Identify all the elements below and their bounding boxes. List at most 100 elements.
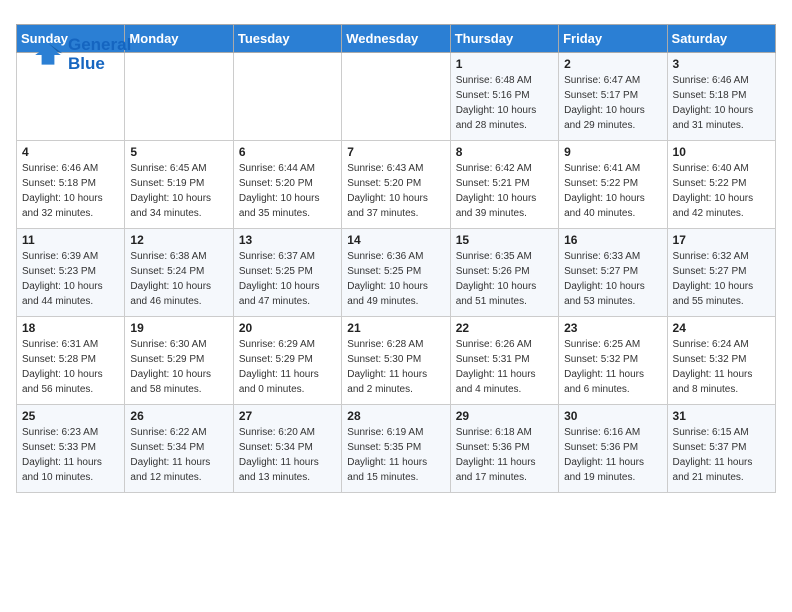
day-number: 11 [22, 233, 119, 247]
day-info: Sunrise: 6:36 AM Sunset: 5:25 PM Dayligh… [347, 249, 444, 309]
calendar-cell: 24 Sunrise: 6:24 AM Sunset: 5:32 PM Dayli… [667, 317, 775, 405]
calendar-cell: 4 Sunrise: 6:46 AM Sunset: 5:18 PM Daylig… [17, 141, 125, 229]
calendar-cell: 11 Sunrise: 6:39 AM Sunset: 5:23 PM Dayli… [17, 229, 125, 317]
day-number: 1 [456, 57, 553, 71]
calendar-cell: 30 Sunrise: 6:16 AM Sunset: 5:36 PM Dayli… [559, 405, 667, 493]
day-info: Sunrise: 6:39 AM Sunset: 5:23 PM Dayligh… [22, 249, 119, 309]
day-number: 20 [239, 321, 336, 335]
weekday-header-thursday: Thursday [450, 25, 558, 53]
calendar-cell: 12Sunrise: 6:38 AM Sunset: 5:24 PM Dayli… [125, 229, 233, 317]
day-info: Sunrise: 6:18 AM Sunset: 5:36 PM Dayligh… [456, 425, 553, 485]
day-number: 29 [456, 409, 553, 423]
day-number: 4 [22, 145, 119, 159]
day-info: Sunrise: 6:46 AM Sunset: 5:18 PM Dayligh… [673, 73, 770, 133]
day-number: 25 [22, 409, 119, 423]
calendar-cell: 10 Sunrise: 6:40 AM Sunset: 5:22 PM Dayli… [667, 141, 775, 229]
day-number: 7 [347, 145, 444, 159]
day-info: Sunrise: 6:35 AM Sunset: 5:26 PM Dayligh… [456, 249, 553, 309]
day-info: Sunrise: 6:33 AM Sunset: 5:27 PM Dayligh… [564, 249, 661, 309]
weekday-header-monday: Monday [125, 25, 233, 53]
day-info: Sunrise: 6:37 AM Sunset: 5:25 PM Dayligh… [239, 249, 336, 309]
day-number: 24 [673, 321, 770, 335]
calendar-cell: 1 Sunrise: 6:48 AM Sunset: 5:16 PM Daylig… [450, 53, 558, 141]
calendar-cell: 25 Sunrise: 6:23 AM Sunset: 5:33 PM Dayli… [17, 405, 125, 493]
weekday-header-tuesday: Tuesday [233, 25, 341, 53]
calendar-cell: 20 Sunrise: 6:29 AM Sunset: 5:29 PM Dayli… [233, 317, 341, 405]
day-number: 13 [239, 233, 336, 247]
calendar-cell: 2 Sunrise: 6:47 AM Sunset: 5:17 PM Daylig… [559, 53, 667, 141]
day-number: 3 [673, 57, 770, 71]
day-number: 21 [347, 321, 444, 335]
day-number: 19 [130, 321, 227, 335]
calendar-cell: 15 Sunrise: 6:35 AM Sunset: 5:26 PM Dayli… [450, 229, 558, 317]
calendar-cell: 28 Sunrise: 6:19 AM Sunset: 5:35 PM Dayli… [342, 405, 450, 493]
calendar-cell: 18 Sunrise: 6:31 AM Sunset: 5:28 PM Dayli… [17, 317, 125, 405]
calendar-cell: 17 Sunrise: 6:32 AM Sunset: 5:27 PM Dayli… [667, 229, 775, 317]
day-number: 12 [130, 233, 227, 247]
day-number: 30 [564, 409, 661, 423]
day-info: Sunrise: 6:31 AM Sunset: 5:28 PM Dayligh… [22, 337, 119, 397]
day-number: 8 [456, 145, 553, 159]
day-info: Sunrise: 6:41 AM Sunset: 5:22 PM Dayligh… [564, 161, 661, 221]
calendar-cell: 5 Sunrise: 6:45 AM Sunset: 5:19 PM Daylig… [125, 141, 233, 229]
calendar-cell: 31 Sunrise: 6:15 AM Sunset: 5:37 PM Dayli… [667, 405, 775, 493]
day-number: 22 [456, 321, 553, 335]
calendar-cell: 8Sunrise: 6:42 AM Sunset: 5:21 PM Daylig… [450, 141, 558, 229]
day-info: Sunrise: 6:30 AM Sunset: 5:29 PM Dayligh… [130, 337, 227, 397]
day-info: Sunrise: 6:22 AM Sunset: 5:34 PM Dayligh… [130, 425, 227, 485]
calendar-cell: 13 Sunrise: 6:37 AM Sunset: 5:25 PM Dayli… [233, 229, 341, 317]
day-info: Sunrise: 6:48 AM Sunset: 5:16 PM Dayligh… [456, 73, 553, 133]
day-number: 17 [673, 233, 770, 247]
day-info: Sunrise: 6:44 AM Sunset: 5:20 PM Dayligh… [239, 161, 336, 221]
day-info: Sunrise: 6:32 AM Sunset: 5:27 PM Dayligh… [673, 249, 770, 309]
calendar-week-row: 25 Sunrise: 6:23 AM Sunset: 5:33 PM Dayli… [17, 405, 776, 493]
calendar-cell: 6Sunrise: 6:44 AM Sunset: 5:20 PM Daylig… [233, 141, 341, 229]
calendar-week-row: 11 Sunrise: 6:39 AM Sunset: 5:23 PM Dayli… [17, 229, 776, 317]
day-info: Sunrise: 6:28 AM Sunset: 5:30 PM Dayligh… [347, 337, 444, 397]
day-number: 2 [564, 57, 661, 71]
day-info: Sunrise: 6:47 AM Sunset: 5:17 PM Dayligh… [564, 73, 661, 133]
calendar-cell: 26 Sunrise: 6:22 AM Sunset: 5:34 PM Dayli… [125, 405, 233, 493]
calendar-cell: 16Sunrise: 6:33 AM Sunset: 5:27 PM Dayli… [559, 229, 667, 317]
calendar-cell: 9 Sunrise: 6:41 AM Sunset: 5:22 PM Daylig… [559, 141, 667, 229]
calendar-cell: 7 Sunrise: 6:43 AM Sunset: 5:20 PM Daylig… [342, 141, 450, 229]
calendar-cell [233, 53, 341, 141]
day-info: Sunrise: 6:26 AM Sunset: 5:31 PM Dayligh… [456, 337, 553, 397]
weekday-header-friday: Friday [559, 25, 667, 53]
calendar-cell: 3 Sunrise: 6:46 AM Sunset: 5:18 PM Daylig… [667, 53, 775, 141]
day-number: 23 [564, 321, 661, 335]
calendar-cell: 14Sunrise: 6:36 AM Sunset: 5:25 PM Dayli… [342, 229, 450, 317]
day-info: Sunrise: 6:29 AM Sunset: 5:29 PM Dayligh… [239, 337, 336, 397]
calendar-cell: 23 Sunrise: 6:25 AM Sunset: 5:32 PM Dayli… [559, 317, 667, 405]
day-info: Sunrise: 6:43 AM Sunset: 5:20 PM Dayligh… [347, 161, 444, 221]
day-number: 18 [22, 321, 119, 335]
calendar-week-row: 4 Sunrise: 6:46 AM Sunset: 5:18 PM Daylig… [17, 141, 776, 229]
day-number: 28 [347, 409, 444, 423]
logo: General Blue [32, 36, 131, 73]
day-info: Sunrise: 6:19 AM Sunset: 5:35 PM Dayligh… [347, 425, 444, 485]
day-info: Sunrise: 6:23 AM Sunset: 5:33 PM Dayligh… [22, 425, 119, 485]
calendar-cell: 29 Sunrise: 6:18 AM Sunset: 5:36 PM Dayli… [450, 405, 558, 493]
day-info: Sunrise: 6:15 AM Sunset: 5:37 PM Dayligh… [673, 425, 770, 485]
day-number: 5 [130, 145, 227, 159]
logo-icon [32, 39, 64, 71]
calendar-cell: 21 Sunrise: 6:28 AM Sunset: 5:30 PM Dayli… [342, 317, 450, 405]
day-number: 26 [130, 409, 227, 423]
calendar-cell: 27Sunrise: 6:20 AM Sunset: 5:34 PM Dayli… [233, 405, 341, 493]
day-number: 10 [673, 145, 770, 159]
day-number: 31 [673, 409, 770, 423]
day-info: Sunrise: 6:16 AM Sunset: 5:36 PM Dayligh… [564, 425, 661, 485]
day-number: 15 [456, 233, 553, 247]
day-number: 27 [239, 409, 336, 423]
day-info: Sunrise: 6:25 AM Sunset: 5:32 PM Dayligh… [564, 337, 661, 397]
day-number: 9 [564, 145, 661, 159]
day-info: Sunrise: 6:40 AM Sunset: 5:22 PM Dayligh… [673, 161, 770, 221]
day-info: Sunrise: 6:46 AM Sunset: 5:18 PM Dayligh… [22, 161, 119, 221]
weekday-header-wednesday: Wednesday [342, 25, 450, 53]
logo-text: General Blue [68, 36, 131, 73]
calendar-table: SundayMondayTuesdayWednesdayThursdayFrid… [16, 24, 776, 493]
day-info: Sunrise: 6:24 AM Sunset: 5:32 PM Dayligh… [673, 337, 770, 397]
day-info: Sunrise: 6:45 AM Sunset: 5:19 PM Dayligh… [130, 161, 227, 221]
weekday-header-saturday: Saturday [667, 25, 775, 53]
calendar-cell [125, 53, 233, 141]
